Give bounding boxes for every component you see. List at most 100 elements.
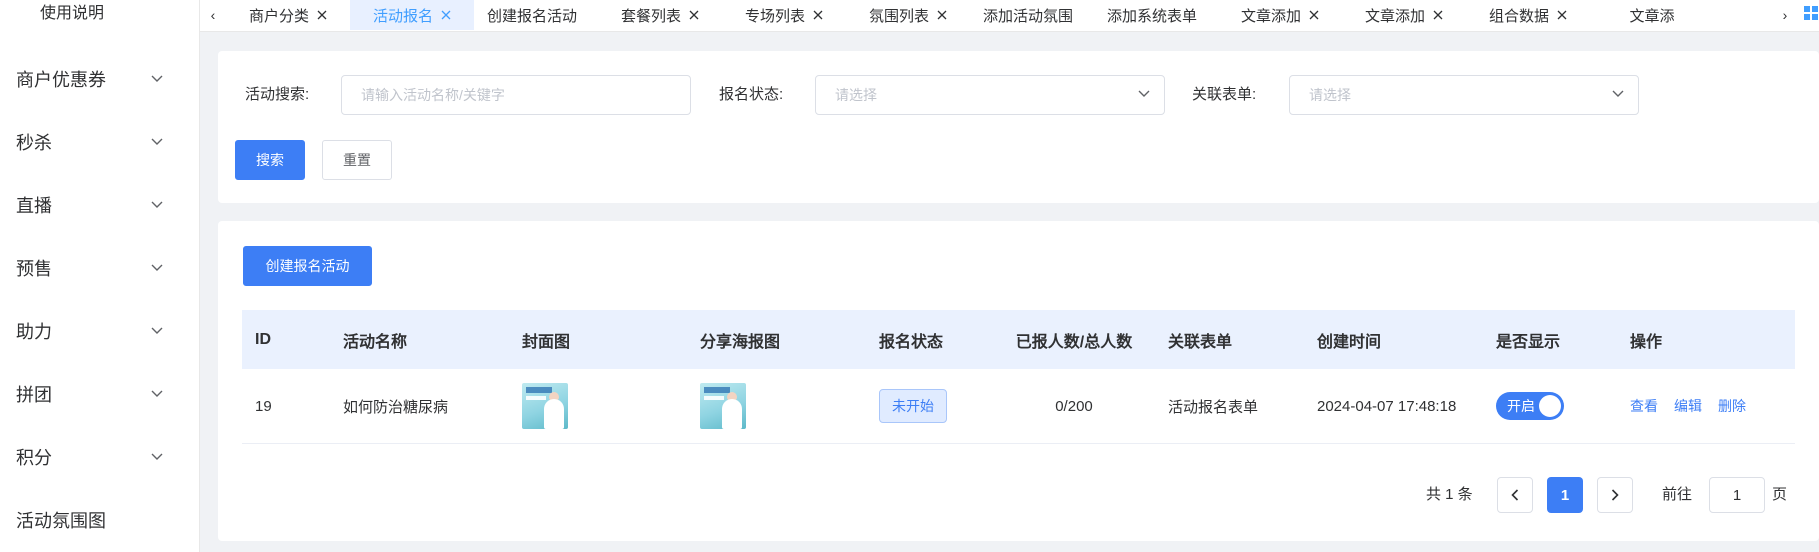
tab-create-signup[interactable]: 创建报名活动: [474, 0, 598, 30]
tab-label: 专场列表: [744, 7, 805, 25]
row-status-cell: 未开始: [866, 389, 993, 423]
grid-menu-icon[interactable]: [1804, 6, 1818, 20]
sidebar-item-label: 积分: [16, 447, 52, 468]
close-icon[interactable]: [937, 10, 947, 20]
close-icon[interactable]: [441, 10, 451, 20]
close-icon[interactable]: [813, 10, 823, 20]
tab-combined-data[interactable]: 组合数据: [1466, 0, 1590, 30]
tab-label: 文章添: [1629, 7, 1675, 25]
poster-image[interactable]: [700, 383, 746, 429]
sidebar-item-merchant-coupon[interactable]: 商户优惠券: [0, 47, 199, 110]
row-created: 2024-04-07 17:48:18: [1317, 397, 1457, 415]
tab-label: 套餐列表: [620, 7, 681, 25]
close-icon[interactable]: [317, 10, 327, 20]
tab-add-atmosphere[interactable]: 添加活动氛围: [970, 0, 1094, 30]
close-icon[interactable]: [1309, 10, 1319, 20]
row-show-cell: 开启: [1483, 392, 1617, 420]
close-icon[interactable]: [689, 10, 699, 20]
tab-label: 活动报名: [372, 7, 433, 25]
tab-activity-signup[interactable]: 活动报名: [350, 0, 474, 30]
column-header-form: 关联表单: [1168, 333, 1233, 351]
column-header-cover: 封面图: [522, 333, 571, 351]
tab-label: 文章添加: [1364, 7, 1425, 25]
sidebar-top-link[interactable]: 使用说明: [0, 0, 199, 28]
search-button[interactable]: 搜索: [235, 140, 305, 180]
signup-status-select[interactable]: 请选择: [815, 75, 1165, 115]
signup-status-label: 报名状态:: [719, 86, 784, 103]
activity-table: ID 活动名称 封面图 分享海报图 报名状态 已报人数/总人数 关联表单 创建时…: [242, 310, 1795, 444]
tab-article-add[interactable]: 文章添加: [1218, 0, 1342, 30]
reset-button[interactable]: 重置: [322, 140, 392, 180]
edit-link[interactable]: 编辑: [1674, 398, 1702, 414]
tab-scroll-left-icon[interactable]: ‹: [200, 0, 226, 30]
cover-image[interactable]: [522, 383, 568, 429]
chevron-down-icon: [151, 451, 163, 463]
tab-article-add-3[interactable]: 文章添: [1590, 0, 1714, 30]
chevron-down-icon: [1612, 90, 1624, 97]
sidebar-item-label: 预售: [16, 258, 52, 279]
goto-label: 前往: [1662, 486, 1693, 503]
tab-package-list[interactable]: 套餐列表: [598, 0, 722, 30]
create-signup-activity-button[interactable]: 创建报名活动: [243, 246, 372, 286]
table-header: ID 活动名称 封面图 分享海报图 报名状态 已报人数/总人数 关联表单 创建时…: [242, 310, 1795, 369]
activity-table-panel: 创建报名活动 ID 活动名称 封面图 分享海报图 报名状态 已报人数/总人数 关…: [218, 221, 1819, 541]
tabs-strip: 商户分类 活动报名 创建报名活动 套餐列表 专场列表 氛围列表 添加活动氛围 添加系统表单 文章…: [226, 0, 1772, 30]
tab-label: 组合数据: [1488, 7, 1549, 25]
view-link[interactable]: 查看: [1630, 398, 1658, 414]
sidebar-item-label: 秒杀: [16, 132, 52, 153]
sidebar-item-presale[interactable]: 预售: [0, 236, 199, 299]
close-icon[interactable]: [1433, 10, 1443, 20]
tab-scroll-right-icon[interactable]: ›: [1772, 0, 1798, 30]
pagination-total: 共 1 条: [1426, 486, 1473, 503]
tab-label: 添加活动氛围: [983, 7, 1074, 25]
tab-label: 添加系统表单: [1107, 7, 1198, 25]
sidebar-item-points[interactable]: 积分: [0, 425, 199, 488]
sidebar-item-label: 商户优惠券: [16, 69, 106, 90]
linked-form-select[interactable]: 请选择: [1289, 75, 1639, 115]
row-actions: 查看 编辑 删除: [1617, 396, 1795, 416]
tab-bar: ‹ 商户分类 活动报名 创建报名活动 套餐列表 专场列表 氛围列表 添加活动氛围 添加系统表单…: [200, 0, 1819, 32]
column-header-actions: 操作: [1630, 333, 1663, 351]
chevron-down-icon: [151, 199, 163, 211]
row-id: 19: [255, 397, 272, 415]
tab-label: 商户分类: [248, 7, 309, 25]
next-page-button[interactable]: [1597, 477, 1633, 513]
sidebar-item-live[interactable]: 直播: [0, 173, 199, 236]
column-header-created: 创建时间: [1317, 333, 1382, 351]
page-unit-label: 页: [1772, 486, 1788, 503]
sidebar-item-assist[interactable]: 助力: [0, 299, 199, 362]
sidebar-item-flash-sale[interactable]: 秒杀: [0, 110, 199, 173]
tab-add-system-form[interactable]: 添加系统表单: [1094, 0, 1218, 30]
chevron-down-icon: [151, 136, 163, 148]
linked-form-label: 关联表单:: [1192, 86, 1257, 103]
tab-label: 氛围列表: [868, 7, 929, 25]
row-cover-cell: [509, 383, 687, 429]
tab-atmosphere-list[interactable]: 氛围列表: [846, 0, 970, 30]
tab-merchant-category[interactable]: 商户分类: [226, 0, 350, 30]
row-count: 0/200: [1055, 397, 1093, 415]
sidebar-item-label: 拼团: [16, 384, 52, 405]
tab-special-list[interactable]: 专场列表: [722, 0, 846, 30]
sidebar-item-group-buy[interactable]: 拼团: [0, 362, 199, 425]
delete-link[interactable]: 删除: [1718, 398, 1746, 414]
chevron-right-icon: [1611, 489, 1619, 501]
select-placeholder: 请选择: [1309, 87, 1351, 103]
chevron-down-icon: [1138, 90, 1150, 97]
tab-label: 文章添加: [1240, 7, 1301, 25]
activity-search-input[interactable]: [341, 75, 691, 115]
prev-page-button[interactable]: [1497, 477, 1533, 513]
row-poster-cell: [687, 383, 866, 429]
chevron-left-icon: [1511, 489, 1519, 501]
close-icon[interactable]: [1557, 10, 1567, 20]
chevron-down-icon: [151, 325, 163, 337]
sidebar-item-label: 活动氛围图: [16, 510, 106, 531]
chevron-down-icon: [151, 73, 163, 85]
status-badge: 未开始: [879, 389, 947, 423]
tab-article-add-2[interactable]: 文章添加: [1342, 0, 1466, 30]
toggle-label: 开启: [1507, 398, 1535, 414]
goto-page-input[interactable]: [1709, 477, 1765, 513]
row-name: 如何防治糖尿病: [343, 398, 449, 416]
show-toggle[interactable]: 开启: [1496, 392, 1564, 420]
page-number-current[interactable]: 1: [1547, 477, 1583, 513]
sidebar-item-atmosphere[interactable]: 活动氛围图: [0, 488, 199, 551]
